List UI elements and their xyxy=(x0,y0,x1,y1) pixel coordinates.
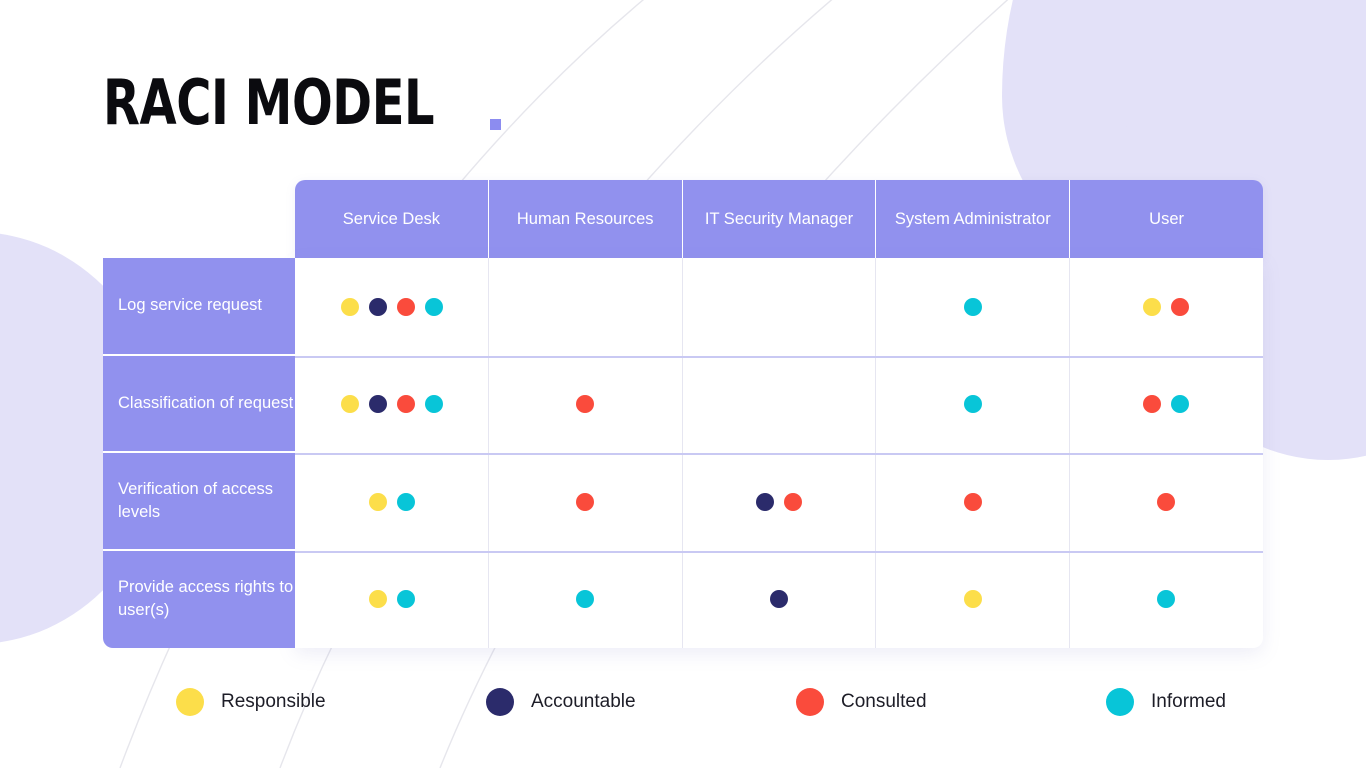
raci-cell xyxy=(876,453,1070,551)
raci-cell xyxy=(682,356,876,454)
raci-dot-consulted xyxy=(396,297,415,316)
raci-dot-consulted xyxy=(396,395,415,414)
raci-dot-consulted xyxy=(576,395,595,414)
raci-dot-informed xyxy=(576,590,595,609)
raci-cell xyxy=(295,453,489,551)
raci-dot-responsible xyxy=(1143,297,1162,316)
raci-dot-informed xyxy=(424,297,443,316)
legend-label: Informed xyxy=(1151,691,1226,712)
legend-label: Accountable xyxy=(531,691,636,712)
column-header-3: IT Security Manager xyxy=(682,180,877,258)
raci-dot-consulted xyxy=(963,492,982,511)
raci-dot-informed xyxy=(963,395,982,414)
raci-dot-informed xyxy=(1171,395,1190,414)
column-header-5: User xyxy=(1070,180,1263,258)
raci-cell xyxy=(1069,551,1263,649)
raci-dot-consulted xyxy=(1157,492,1176,511)
row-cells xyxy=(295,551,1263,649)
table-row: Provide access rights to user(s) xyxy=(103,550,1263,649)
raci-dot-consulted xyxy=(1143,395,1162,414)
column-header-4: System Administrator xyxy=(876,180,1071,258)
legend-item-consulted: Consulted xyxy=(796,688,1106,716)
page-title: RACI MODEL xyxy=(103,66,502,139)
row-label: Classification of request xyxy=(103,355,295,453)
row-label: Log service request xyxy=(103,258,295,356)
row-label: Provide access rights to user(s) xyxy=(103,550,295,648)
raci-cell xyxy=(295,258,489,356)
raci-cell xyxy=(682,551,876,649)
raci-cell xyxy=(489,453,683,551)
legend-item-informed: Informed xyxy=(1106,688,1226,716)
legend: Responsible Accountable Consulted Informed xyxy=(176,686,1276,718)
raci-dot-consulted xyxy=(1171,297,1190,316)
raci-cell xyxy=(1069,258,1263,356)
raci-cell xyxy=(1069,453,1263,551)
legend-item-responsible: Responsible xyxy=(176,688,486,716)
legend-item-accountable: Accountable xyxy=(486,688,796,716)
raci-cell xyxy=(489,356,683,454)
table-row: Log service request xyxy=(103,258,1263,356)
raci-dot-consulted xyxy=(576,492,595,511)
legend-dot-informed xyxy=(1106,688,1134,716)
legend-dot-consulted xyxy=(796,688,824,716)
row-cells xyxy=(295,258,1263,356)
table-row: Classification of request xyxy=(103,355,1263,454)
raci-cell xyxy=(1069,356,1263,454)
legend-dot-responsible xyxy=(176,688,204,716)
table-body: Log service request Classification of req… xyxy=(103,258,1263,648)
raci-cell xyxy=(295,551,489,649)
table-row: Verification of access levels xyxy=(103,453,1263,551)
raci-dot-consulted xyxy=(783,492,802,511)
raci-dot-accountable xyxy=(368,395,387,414)
row-cells xyxy=(295,453,1263,551)
raci-cell xyxy=(295,356,489,454)
raci-dot-accountable xyxy=(769,590,788,609)
raci-dot-informed xyxy=(424,395,443,414)
raci-dot-informed xyxy=(396,590,415,609)
raci-dot-informed xyxy=(963,297,982,316)
raci-cell xyxy=(489,258,683,356)
row-label: Verification of access levels xyxy=(103,453,295,551)
raci-cell xyxy=(876,551,1070,649)
table-header-row: Service Desk Human Resources IT Security M… xyxy=(295,180,1263,258)
legend-label: Responsible xyxy=(221,691,326,712)
raci-dot-responsible xyxy=(340,395,359,414)
title-accent-square xyxy=(490,119,502,130)
raci-dot-responsible xyxy=(368,492,387,511)
column-header-1: Service Desk xyxy=(295,180,489,258)
raci-dot-responsible xyxy=(963,590,982,609)
legend-dot-accountable xyxy=(486,688,514,716)
raci-dot-informed xyxy=(396,492,415,511)
raci-cell xyxy=(876,356,1070,454)
raci-dot-responsible xyxy=(368,590,387,609)
row-cells xyxy=(295,356,1263,454)
raci-dot-accountable xyxy=(368,297,387,316)
legend-label: Consulted xyxy=(841,691,927,712)
column-header-2: Human Resources xyxy=(488,180,683,258)
raci-cell xyxy=(682,453,876,551)
raci-table: Service Desk Human Resources IT Security M… xyxy=(103,180,1263,648)
raci-cell xyxy=(876,258,1070,356)
raci-cell xyxy=(489,551,683,649)
raci-dot-responsible xyxy=(340,297,359,316)
page-title-text: RACI MODEL xyxy=(103,66,435,139)
slide-canvas: RACI MODEL Service Desk Human Resources IT… xyxy=(0,0,1366,768)
raci-dot-informed xyxy=(1157,590,1176,609)
raci-dot-accountable xyxy=(755,492,774,511)
raci-cell xyxy=(682,258,876,356)
